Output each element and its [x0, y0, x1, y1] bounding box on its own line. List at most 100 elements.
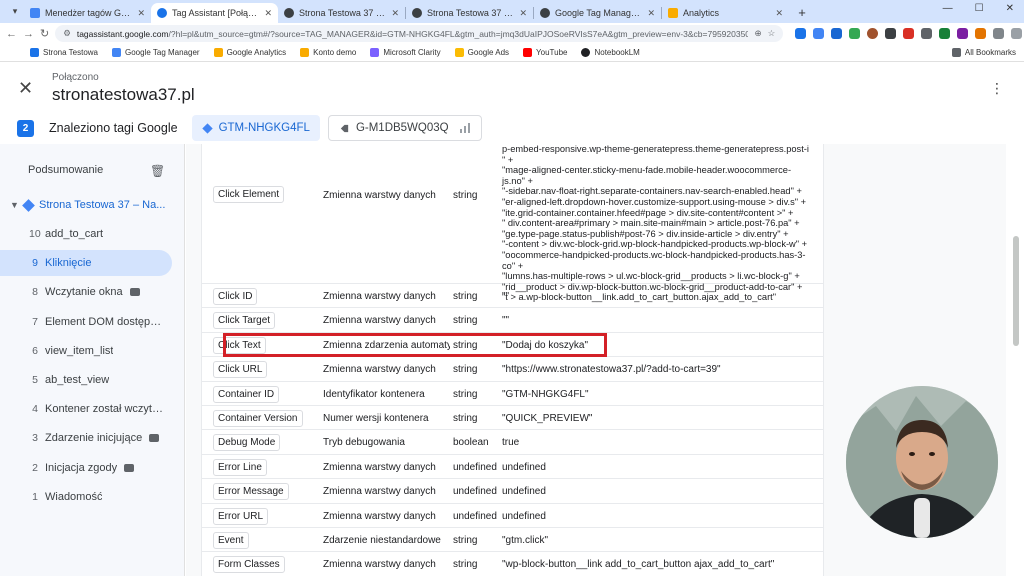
sidebar-event-item[interactable]: 8 Wczytanie okna: [0, 279, 172, 305]
table-row: Click ID Zmienna warstwy danych string "": [202, 284, 823, 309]
gear-extension-icon[interactable]: [921, 28, 933, 39]
bookmark-favicon-icon: [300, 48, 310, 57]
close-icon[interactable]: ✕: [18, 78, 33, 99]
bookmark-item[interactable]: Google Analytics: [213, 48, 286, 57]
container-chip-gtm[interactable]: GTM-NHGKG4FL: [191, 115, 320, 141]
bookmark-item[interactable]: YouTube: [523, 48, 567, 57]
page-node[interactable]: ▼ Strona Testowa 37 – Na...: [10, 198, 180, 212]
sidebar-event-item[interactable]: 10 add_to_cart: [0, 221, 172, 247]
close-window-icon[interactable]: ✕: [1006, 3, 1014, 14]
variable-data-type: string: [453, 291, 478, 302]
search-extension-icon[interactable]: [939, 28, 951, 39]
variable-value: "wp-block-button__link add_to_cart_butto…: [502, 559, 775, 571]
sidebar-event-item[interactable]: 5 ab_test_view: [0, 367, 172, 393]
zoom-icon[interactable]: ⊕: [754, 28, 761, 39]
tab-title: Google Tag Manager for Wordp: [555, 8, 642, 18]
browser-toolbar: ← → ↻ ⚙ tagassistant.google.com/?hl=pl&u…: [0, 23, 1024, 44]
container-chip-ga[interactable]: G-M1DB5WQ03Q: [327, 115, 482, 141]
browser-tab[interactable]: Strona Testowa 37 – Na tej stro ✕: [406, 3, 533, 23]
close-tab-icon[interactable]: ✕: [137, 8, 145, 19]
close-tab-icon[interactable]: ✕: [647, 8, 655, 19]
close-tab-icon[interactable]: ✕: [391, 8, 399, 19]
sidebar-event-item[interactable]: 6 view_item_list: [0, 338, 172, 364]
new-tab-icon[interactable]: +: [793, 3, 811, 21]
shield-extension-icon[interactable]: [831, 28, 843, 39]
url-text: tagassistant.google.com/?hl=pl&utm_sourc…: [77, 29, 749, 39]
bookmark-item[interactable]: NotebookLM: [581, 48, 640, 57]
more-options-icon[interactable]: ⋮: [990, 80, 1004, 97]
event-number: 9: [32, 257, 38, 270]
bookmark-item[interactable]: Strona Testowa: [30, 48, 98, 57]
name-cell: Click URL: [213, 361, 268, 379]
reload-icon[interactable]: ↻: [40, 27, 49, 40]
close-tab-icon[interactable]: ✕: [519, 8, 527, 19]
variable-name: Error URL: [213, 507, 269, 525]
chart-extension-icon[interactable]: [849, 28, 861, 39]
tag-fired-badge-icon: [129, 288, 140, 297]
bolt-extension-icon[interactable]: [975, 28, 987, 39]
bookmark-item[interactable]: Google Ads: [454, 48, 509, 57]
cube-extension-icon[interactable]: [885, 28, 897, 39]
sidebar-event-item[interactable]: 9 Kliknięcie: [0, 250, 172, 277]
bookmark-item[interactable]: Microsoft Clarity: [370, 48, 441, 57]
table-row: Error Message Zmienna warstwy danych undef…: [202, 479, 823, 504]
bookmark-item[interactable]: Google Tag Manager: [112, 48, 200, 57]
variable-data-type: undefined: [453, 510, 497, 522]
name-cell: Container ID: [213, 385, 280, 403]
collapse-icon[interactable]: ▼: [10, 200, 19, 210]
name-cell: Error URL: [213, 507, 269, 525]
clear-messages-icon[interactable]: 🗑: [150, 164, 165, 178]
browser-tab[interactable]: Menedżer tagów Google ✕: [24, 3, 151, 23]
close-tab-icon[interactable]: ✕: [264, 8, 272, 19]
variable-name: Debug Mode: [213, 434, 281, 452]
tab-search-icon[interactable]: ▾: [6, 2, 24, 20]
bookmark-item[interactable]: Konto demo: [300, 48, 356, 57]
maximize-icon[interactable]: ☐: [975, 3, 984, 14]
all-bookmarks[interactable]: All Bookmarks: [951, 48, 1016, 57]
back-icon[interactable]: ←: [6, 28, 17, 40]
url-path: /?hl=pl&utm_source=gtm#/?source=TAG_MANA…: [168, 28, 749, 39]
purple-extension-icon[interactable]: [957, 28, 969, 39]
variable-data-type: string: [453, 315, 478, 327]
browser-tab[interactable]: Google Tag Manager for Wordp ✕: [534, 3, 661, 23]
variable-data-type: string: [453, 413, 478, 424]
red-extension-icon[interactable]: [903, 28, 915, 39]
sidebar-event-item[interactable]: 4 Kontener został wczyta...: [0, 396, 172, 422]
event-label: Kliknięcie: [45, 257, 92, 270]
puzzle-icon[interactable]: [993, 28, 1005, 39]
close-tab-icon[interactable]: ✕: [775, 8, 783, 19]
summary-heading[interactable]: Podsumowanie: [28, 164, 103, 176]
sidebar-event-item[interactable]: 3 Zdarzenie inicjujące: [0, 425, 172, 451]
browser-tab[interactable]: Strona Testowa 37 – Na tej stro ✕: [278, 3, 405, 23]
minimize-icon[interactable]: —: [943, 3, 953, 14]
event-number: 4: [32, 403, 38, 416]
browser-tab[interactable]: Analytics ✕: [662, 3, 789, 23]
forward-icon[interactable]: →: [23, 28, 34, 40]
presenter-image: [846, 386, 998, 538]
value-line: "-content > div.wc-block-grid.wp-block-h…: [502, 239, 808, 250]
sidebar-event-item[interactable]: 7 Element DOM dostępny ...: [0, 309, 172, 335]
tag-assistant-header: ✕ Połączono stronatestowa37.pl ⋮: [0, 62, 1024, 112]
sidebar-icon[interactable]: [1011, 28, 1023, 39]
google-tag-icon: [340, 124, 349, 132]
site-info-icon[interactable]: ⚙: [63, 28, 71, 39]
tab-favicon-icon: [30, 8, 40, 18]
filter-extension-icon[interactable]: [795, 28, 807, 39]
sidebar-event-item[interactable]: 2 Inicjacja zgody: [0, 455, 172, 481]
scrollbar[interactable]: [1013, 236, 1019, 346]
variables-table: Click Element Zmienna warstwy danych str…: [201, 144, 824, 576]
tab-title: Tag Assistant [Połączono]: [172, 8, 259, 18]
sidebar-event-item[interactable]: 1 Wiadomość: [0, 484, 172, 510]
event-number: 7: [32, 315, 38, 328]
tab-favicon-icon: [668, 8, 678, 18]
address-bar[interactable]: ⚙ tagassistant.google.com/?hl=pl&utm_sou…: [55, 25, 784, 42]
variable-value: undefined: [502, 461, 546, 473]
variable-data-type: boolean: [453, 437, 489, 449]
browser-tab-active[interactable]: Tag Assistant [Połączono] ✕: [151, 3, 278, 23]
table-row: Container Version Numer wersji kontenera s…: [202, 406, 823, 431]
bookmark-star-icon[interactable]: ☆: [768, 28, 776, 39]
tag-extension-icon[interactable]: [813, 28, 825, 39]
page-label: Strona Testowa 37 – Na...: [39, 199, 166, 211]
event-label: view_item_list: [45, 344, 114, 357]
cookie-extension-icon[interactable]: [867, 28, 879, 39]
